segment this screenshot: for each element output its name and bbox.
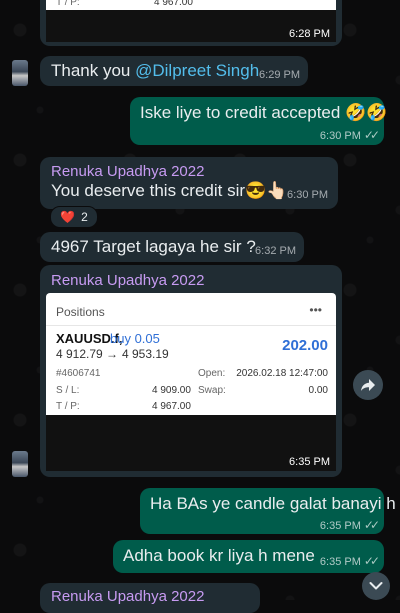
price-from: 4 912.79 [56, 347, 103, 361]
message-bubble-incoming[interactable]: Renuka Upadhya 2022 [40, 583, 260, 613]
avatar[interactable] [12, 60, 28, 86]
mention-link[interactable]: @Dilpreet Singh [135, 61, 259, 80]
message-text: 4967 Target lagaya he sir ? [51, 237, 256, 256]
divider [46, 325, 336, 326]
previous-screenshot: T / P: 4 967.00 [46, 0, 336, 10]
swap-value: 0.00 [308, 385, 328, 396]
message-time: 6:32 PM [255, 245, 296, 257]
forward-button[interactable] [353, 370, 383, 400]
message-time-text: 6:35 PM [319, 556, 361, 568]
tp-value: 4 967.00 [154, 0, 193, 8]
message-text: Ha BAs ye candle galat banayi h [150, 494, 396, 513]
swap-label: Swap: [198, 385, 226, 396]
tp-label: T / P: [56, 0, 80, 8]
message-time: 6:28 PM [289, 28, 330, 40]
message-text: You deserve this credit sir😎👆🏻 [51, 181, 288, 200]
sender-name[interactable]: Renuka Upadhya 2022 [51, 272, 204, 289]
sender-name[interactable]: Renuka Upadhya 2022 [51, 163, 204, 180]
message-text: Iske liye to credit accepted 🤣🤣 [140, 103, 388, 122]
message-bubble-incoming[interactable]: 4967 Target lagaya he sir ? 6:32 PM [40, 232, 304, 262]
message-text: Adha book kr liya h mene [123, 546, 315, 565]
more-icon: ••• [309, 303, 322, 317]
positions-screenshot[interactable]: Positions ••• XAUUSD.f, buy 0.05 4 912.7… [46, 293, 336, 415]
message-time: 6:35 PM ✓✓ [319, 518, 380, 532]
chevron-down-icon [369, 582, 383, 590]
sl-label: S / L: [56, 385, 80, 396]
reaction-count: 2 [81, 210, 88, 224]
message-image-previous[interactable]: T / P: 4 967.00 6:28 PM [40, 0, 342, 46]
heart-icon: ❤️ [60, 210, 76, 224]
double-check-icon: ✓✓ [363, 554, 380, 568]
scroll-down-button[interactable] [362, 572, 390, 600]
double-check-icon: ✓✓ [363, 518, 380, 532]
message-time-text: 6:35 PM [319, 520, 361, 532]
message-text: Thank you @Dilpreet Singh [51, 61, 259, 81]
message-text-prefix: Thank you [51, 61, 136, 80]
message-bubble-incoming[interactable]: Renuka Upadhya 2022 You deserve this cre… [40, 157, 338, 209]
position-side: buy 0.05 [110, 331, 160, 346]
double-check-icon: ✓✓ [363, 128, 380, 142]
message-bubble-outgoing[interactable]: Adha book kr liya h mene 6:35 PM ✓✓ [113, 540, 384, 573]
message-bubble-incoming-image[interactable]: Renuka Upadhya 2022 Positions ••• XAUUSD… [40, 265, 342, 477]
price-to: 4 953.19 [122, 347, 169, 361]
tp-value: 4 967.00 [152, 401, 191, 412]
avatar[interactable] [12, 451, 28, 477]
message-time: 6:30 PM [287, 189, 328, 201]
price-arrow: → [106, 347, 118, 361]
message-time: 6:29 PM [259, 69, 300, 81]
reaction-badge[interactable]: ❤️ 2 [50, 206, 98, 228]
forward-icon [361, 379, 375, 391]
message-time: 6:35 PM [289, 456, 330, 468]
message-bubble-incoming[interactable]: Thank you @Dilpreet Singh 6:29 PM [40, 56, 308, 86]
ticket-id: #4606741 [56, 368, 101, 379]
message-time: 6:30 PM ✓✓ [319, 128, 380, 142]
message-bubble-outgoing[interactable]: Ha BAs ye candle galat banayi h 6:35 PM ✓… [140, 488, 396, 534]
message-time-text: 6:30 PM [319, 130, 361, 142]
open-value: 2026.02.18 12:47:00 [236, 368, 328, 379]
sender-name[interactable]: Renuka Upadhya 2022 [51, 588, 204, 605]
position-profit: 202.00 [282, 337, 328, 354]
open-label: Open: [198, 368, 226, 379]
positions-title: Positions [56, 305, 105, 319]
sl-value: 4 909.00 [152, 385, 191, 396]
message-time: 6:35 PM ✓✓ [319, 554, 380, 568]
tp-label: T / P: [56, 401, 80, 412]
message-bubble-outgoing[interactable]: Iske liye to credit accepted 🤣🤣 6:30 PM ✓… [130, 97, 388, 145]
